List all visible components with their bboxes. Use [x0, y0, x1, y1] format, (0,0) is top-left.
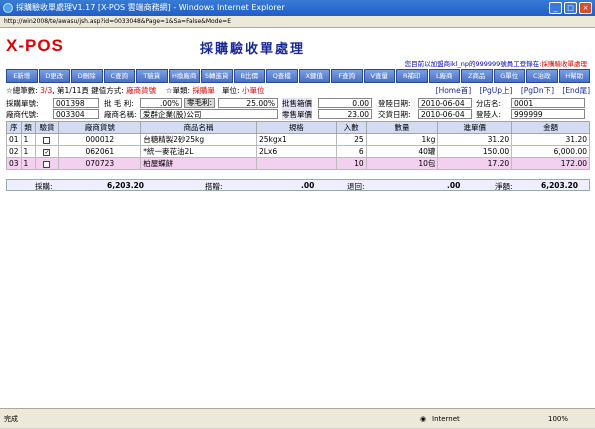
- login-user-field[interactable]: 999999: [511, 109, 585, 119]
- toolbar-button[interactable]: E新增: [6, 69, 38, 83]
- po-number-field[interactable]: 001398: [53, 98, 99, 108]
- browser-status-bar: 完成 ◉ Internet 100%: [0, 408, 595, 428]
- table-row[interactable]: 01 1 000012 台糖精製2砂25kg 25kgx1 25 1kg 31.…: [6, 133, 590, 146]
- form-row-2: 廠商代號: 003304 廠商名稱: 爱群企業(股)公司 零售單價 23.00 …: [6, 109, 590, 120]
- toolbar-button[interactable]: V查量: [363, 69, 395, 83]
- inspect-checkbox[interactable]: [43, 136, 51, 144]
- ie-icon: [3, 3, 13, 13]
- status-line: ☆總筆數: 3/3, 第1/11頁 鍵值方式: 廠商貨號 ☆單類: 採購單 單位…: [6, 86, 590, 95]
- nav-home[interactable]: [Home首]: [436, 86, 472, 95]
- vendor-name-field[interactable]: 爱群企業(股)公司: [140, 109, 278, 119]
- form-row-1: 採購單號: 001398 批 毛 利: .00% 零毛利: 25.00% 批售箱…: [6, 98, 590, 109]
- record-count: 3/3: [40, 86, 53, 95]
- table-row[interactable]: 03 1 070723 柏屋蝶餅 10 10包 17.20 172.00: [6, 157, 590, 170]
- browser-window: 採購驗收單處理V1.17 [X-POS 雲端商務網] - Windows Int…: [0, 0, 595, 428]
- toolbar-button[interactable]: Q查檔: [266, 69, 298, 83]
- close-button[interactable]: ×: [579, 2, 592, 14]
- minimize-button[interactable]: _: [549, 2, 562, 14]
- toolbar-button[interactable]: R補印: [396, 69, 428, 83]
- inspect-checkbox[interactable]: [43, 160, 51, 168]
- branch-field[interactable]: 0001: [511, 98, 585, 108]
- zero-margin-field[interactable]: 25.00%: [218, 98, 278, 108]
- wholesale-price-field[interactable]: 0.00: [318, 98, 372, 108]
- toolbar-button[interactable]: H幫助: [558, 69, 590, 83]
- net-total: 6,203.20: [541, 181, 579, 190]
- table-header: 序 類 驗貨 廠商貨號 商品名稱 規格 入數 數量 進單價 金額: [6, 121, 590, 134]
- status-text: 完成: [4, 415, 18, 423]
- toolbar-button[interactable]: X鍵值: [298, 69, 330, 83]
- toolbar-button[interactable]: D刪除: [71, 69, 103, 83]
- toolbar-button[interactable]: D更改: [38, 69, 70, 83]
- retail-price-field[interactable]: 23.00: [318, 109, 372, 119]
- nav-pgup[interactable]: [PgUp上]: [480, 86, 513, 95]
- toolbar-button[interactable]: L廠商: [428, 69, 460, 83]
- toolbar-button[interactable]: F查詢: [331, 69, 363, 83]
- toolbar-button[interactable]: T驗貨: [136, 69, 168, 83]
- globe-icon: ◉: [420, 415, 427, 423]
- toolbar-button[interactable]: B比價: [233, 69, 265, 83]
- logo: X-POS: [6, 36, 64, 55]
- purchase-total: 6,203.20: [107, 181, 145, 190]
- toolbar-button[interactable]: Z商品: [461, 69, 493, 83]
- doc-type: 採購單: [192, 86, 215, 95]
- delivery-date-field[interactable]: 2010-06-04: [418, 109, 472, 119]
- nav-pgdn[interactable]: [PgDn下]: [521, 86, 554, 95]
- items-table: 序 類 驗貨 廠商貨號 商品名稱 規格 入數 數量 進單價 金額 01 1 00…: [6, 121, 590, 170]
- maximize-button[interactable]: □: [564, 2, 577, 14]
- toolbar-button[interactable]: S轉進貨: [201, 69, 233, 83]
- page-content: X-POS 採購驗收單處理 您目前以加盟商ikl_np的999999號員工登錄在…: [0, 28, 595, 408]
- zone-text: Internet: [432, 415, 460, 423]
- toolbar-button[interactable]: C查詢: [103, 69, 135, 83]
- discount-total: .00: [301, 181, 315, 190]
- address-bar[interactable]: http://win2008/te/awasu/jsh.asp?id=00330…: [0, 16, 595, 28]
- title-bar: 採購驗收單處理V1.17 [X-POS 雲端商務網] - Windows Int…: [0, 0, 595, 16]
- unit-mode: 小單位: [241, 86, 265, 95]
- toolbar-button[interactable]: H換廠商: [168, 69, 200, 83]
- page-title: 採購驗收單處理: [200, 42, 306, 57]
- toolbar-button[interactable]: C治政: [526, 69, 558, 83]
- return-total: .00: [447, 181, 461, 190]
- vendor-code-field[interactable]: 003304: [53, 109, 99, 119]
- totals-bar: 採購: 6,203.20 搭贈: .00 退回: .00 淨額: 6,203.2…: [6, 179, 590, 191]
- margin-field[interactable]: .00%: [140, 98, 182, 108]
- toolbar-button[interactable]: G單位: [493, 69, 525, 83]
- nav-end[interactable]: [End尾]: [562, 86, 590, 95]
- zoom-level[interactable]: 100%: [548, 409, 568, 429]
- window-title: 採購驗收單處理V1.17 [X-POS 雲端商務網] - Windows Int…: [16, 3, 285, 12]
- login-date-field[interactable]: 2010-06-04: [418, 98, 472, 108]
- zero-margin-button[interactable]: 零毛利:: [184, 98, 216, 108]
- login-notice: 您目前以加盟商ikl_np的999999號員工登錄在:採購驗收單處理: [404, 60, 587, 68]
- table-row[interactable]: 02 1 ✓ 062061 *統一麥花油2L 2Lx6 6 40罐 150.00…: [6, 145, 590, 158]
- toolbar: E新增 D更改 D刪除 C查詢 T驗貨 H換廠商 S轉進貨 B比價 Q查檔 X鍵…: [6, 69, 590, 83]
- inspect-checkbox[interactable]: ✓: [43, 148, 51, 156]
- key-mode: 廠商貨號: [126, 86, 157, 95]
